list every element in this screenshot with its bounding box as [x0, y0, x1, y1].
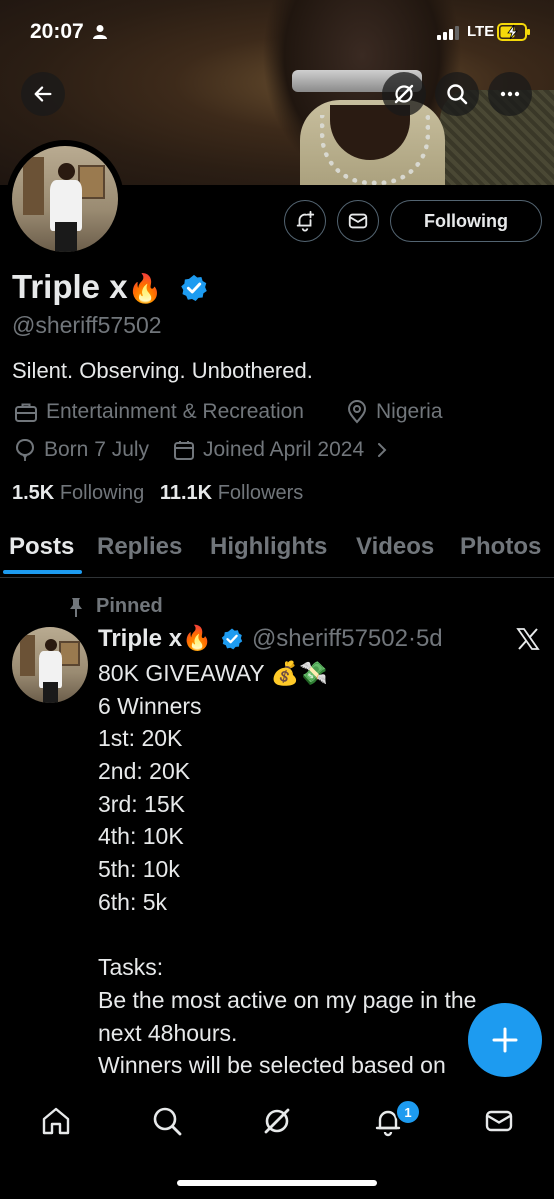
profile-birthday: Born 7 July	[14, 438, 149, 462]
person-icon	[93, 25, 107, 39]
post-line: 3rd: 15K	[98, 790, 185, 817]
post-line: 6 Winners	[98, 692, 202, 719]
compose-button[interactable]	[468, 1003, 542, 1077]
balloon-icon	[15, 438, 35, 461]
post-line: next 48hours.	[98, 1019, 238, 1046]
birthday-text: Born 7 July	[44, 438, 150, 461]
notify-button[interactable]	[284, 200, 326, 242]
profile-location: Nigeria	[346, 400, 443, 424]
signal-icon	[437, 26, 459, 40]
network-label: LTE	[467, 23, 495, 40]
post-line: 1st: 20K	[98, 725, 183, 752]
profile-handle: @sheriff57502	[12, 312, 162, 338]
following-stat[interactable]: 1.5K Following	[12, 482, 144, 504]
fire-emoji: 🔥	[127, 273, 163, 304]
joined-text: Joined April 2024	[203, 438, 365, 461]
post-line: Tasks:	[98, 954, 164, 981]
post-author-emoji: 🔥	[182, 625, 212, 652]
post-text[interactable]: 80K GIVEAWAY 💰💸 6 Winners 1st: 20K 2nd: …	[98, 657, 528, 1082]
profile-joined[interactable]: Joined April 2024	[173, 438, 390, 462]
profile-avatar[interactable]	[6, 140, 124, 258]
notification-badge: 1	[395, 1099, 421, 1125]
post-author-avatar[interactable]	[12, 627, 88, 703]
grok-button[interactable]	[382, 72, 426, 116]
active-tab-indicator	[3, 570, 82, 574]
location-text: Nigeria	[376, 400, 443, 423]
chevron-right-icon	[378, 443, 387, 457]
post-line: 4th: 10K	[98, 823, 184, 850]
search-button[interactable]	[435, 72, 479, 116]
envelope-icon	[348, 213, 368, 229]
post-author-name[interactable]: Triple x	[98, 625, 182, 653]
message-button[interactable]	[337, 200, 379, 242]
more-dots-icon	[500, 91, 520, 97]
grok-icon[interactable]	[261, 1105, 293, 1137]
battery-charging-icon	[497, 23, 530, 41]
grok-icon	[394, 84, 414, 104]
following-count: 1.5K	[12, 482, 55, 504]
following-button[interactable]: Following	[390, 200, 542, 242]
calendar-icon	[174, 441, 194, 460]
messages-icon[interactable]	[483, 1105, 515, 1137]
tab-posts[interactable]: Posts	[9, 533, 74, 561]
x-logo-icon	[516, 628, 540, 650]
post-line: 6th: 5k	[98, 888, 168, 915]
post-line: 80K GIVEAWAY 💰💸	[98, 660, 328, 686]
home-indicator[interactable]	[177, 1180, 377, 1186]
briefcase-icon	[15, 403, 37, 422]
pin-icon	[70, 597, 82, 617]
profile-stats: 1.5K Following 11.1K Followers	[12, 482, 303, 505]
pinned-label: Pinned	[96, 595, 163, 617]
bell-plus-icon	[296, 210, 315, 232]
post-verified-icon	[221, 628, 243, 649]
followers-label: Followers	[217, 482, 304, 504]
tab-highlights[interactable]: Highlights	[210, 533, 327, 561]
post-line	[98, 919, 528, 952]
post-line: 2nd: 20K	[98, 758, 191, 785]
profile-bio: Silent. Observing. Unbothered.	[12, 358, 313, 383]
tab-replies[interactable]: Replies	[97, 533, 182, 561]
search-icon[interactable]	[151, 1105, 183, 1137]
search-icon	[447, 84, 468, 105]
location-pin-icon	[347, 400, 367, 424]
post-line: Be the most active on my page in the	[98, 986, 477, 1013]
profile-name-row: Triple x🔥	[12, 268, 162, 306]
tab-videos[interactable]: Videos	[356, 533, 434, 561]
post-author-handle[interactable]: @sheriff57502	[252, 625, 408, 653]
arrow-left-icon	[34, 86, 52, 102]
profile-name: Triple x	[12, 268, 128, 305]
back-button[interactable]	[21, 72, 65, 116]
following-label: Following	[59, 482, 145, 504]
plus-icon	[492, 1027, 518, 1053]
status-bar: 20:07 LTE	[0, 0, 554, 66]
post-line: Winners will be selected based on	[98, 1052, 446, 1079]
profile-category: Entertainment & Recreation	[14, 400, 304, 424]
avatar-photo	[12, 146, 118, 252]
post-header: Triple x 🔥 @sheriff57502·5d	[98, 624, 443, 653]
profile-tabs: Posts Replies Highlights Videos Photos	[0, 525, 554, 578]
tab-photos[interactable]: Photos	[460, 533, 541, 561]
pinned-indicator: Pinned	[66, 595, 163, 618]
home-icon[interactable]	[40, 1105, 72, 1137]
verified-badge-icon[interactable]	[179, 273, 209, 303]
followers-count: 11.1K	[159, 482, 213, 504]
post-line: 5th: 10k	[98, 856, 180, 883]
status-time: 20:07	[30, 20, 84, 43]
category-text: Entertainment & Recreation	[46, 400, 304, 423]
more-button[interactable]	[488, 72, 532, 116]
post-time: ·5d	[407, 624, 443, 652]
followers-stat[interactable]: 11.1K Followers	[160, 482, 303, 504]
